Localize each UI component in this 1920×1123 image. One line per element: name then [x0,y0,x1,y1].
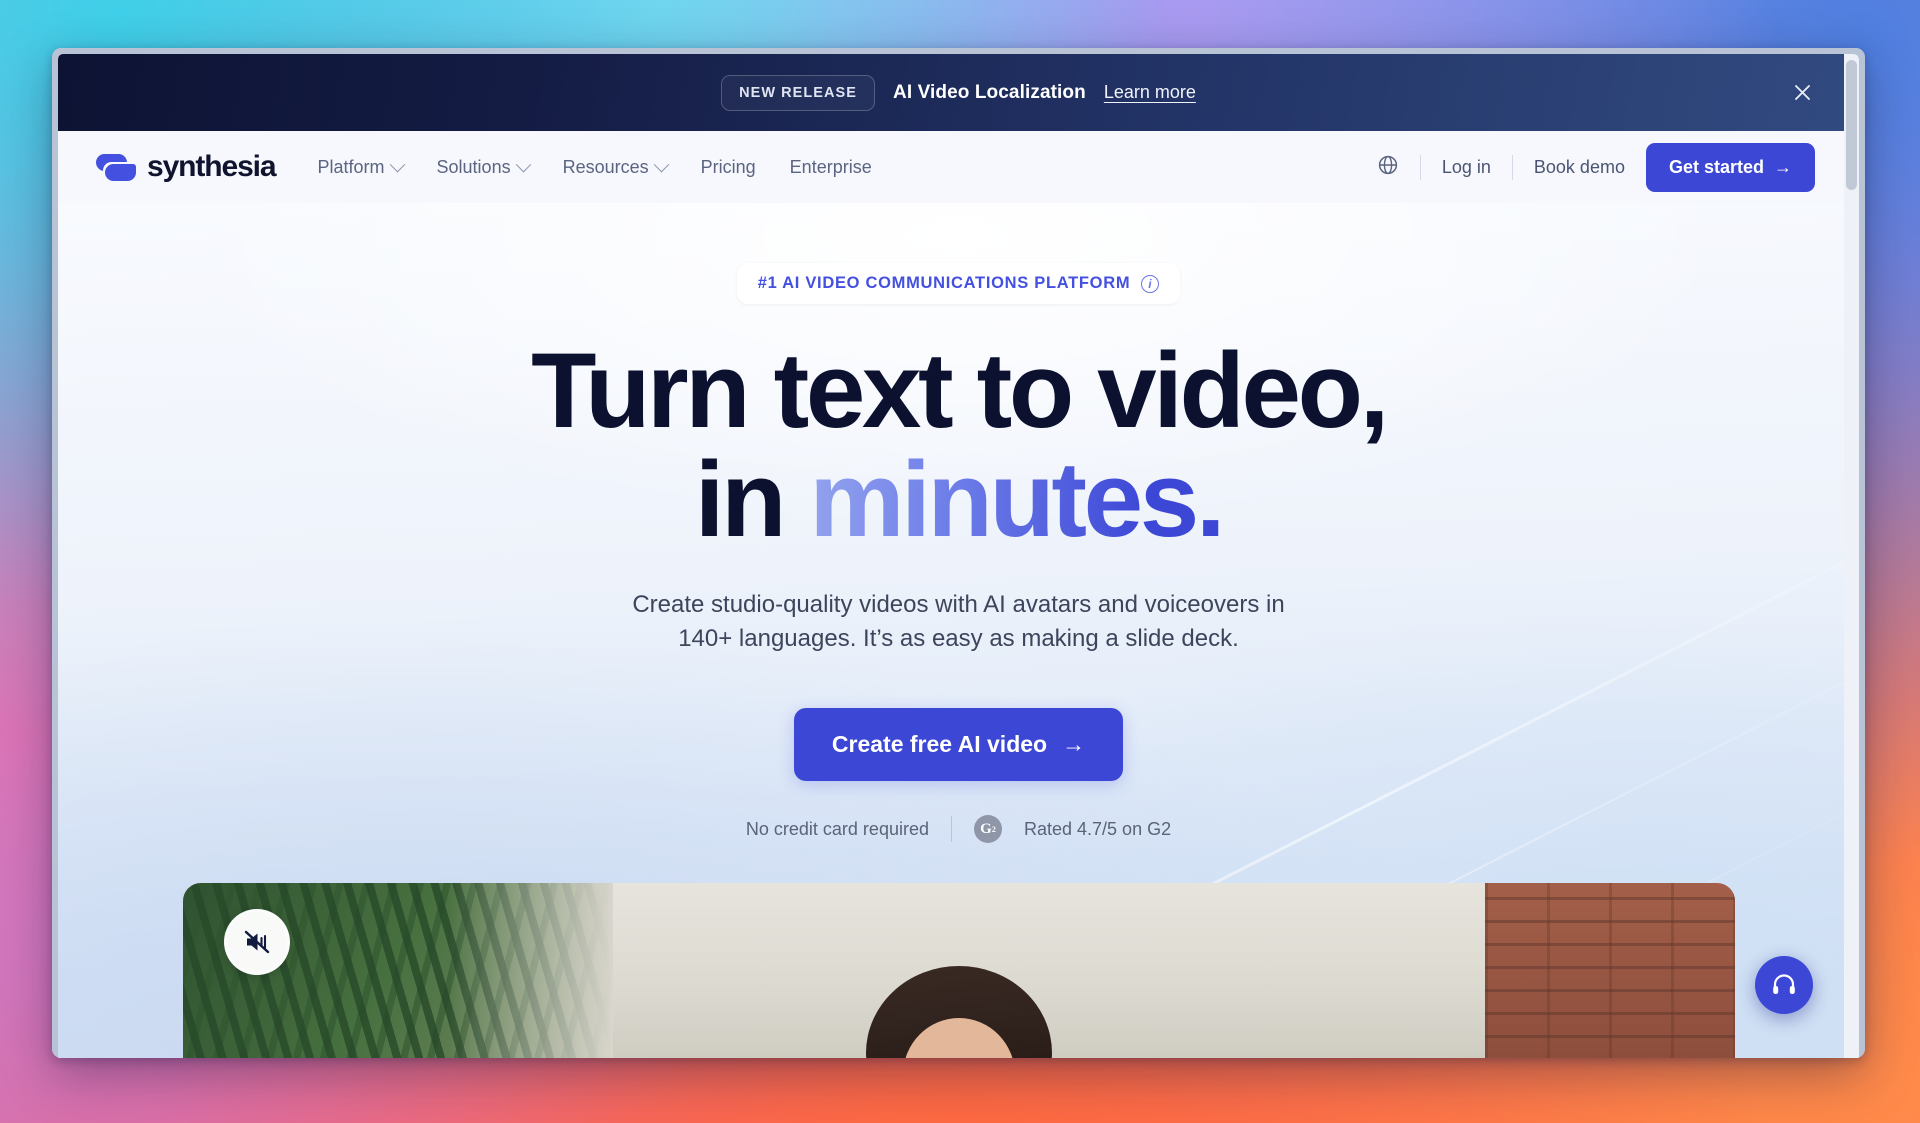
synthesia-logo-icon [96,153,136,181]
get-started-button[interactable]: Get started → [1645,142,1815,192]
arrow-right-icon: → [1062,731,1086,758]
g2-logo-icon: G2 [973,815,1002,844]
login-link[interactable]: Log in [1442,157,1491,178]
subheadline-line-2: 140+ languages. It’s as easy as making a… [678,625,1239,653]
support-chat-button[interactable] [1755,956,1813,1014]
logo-wordmark: synthesia [147,150,277,183]
g2-mark-letter: G [980,820,992,837]
announcement-learn-more-link[interactable]: Learn more [1104,82,1196,103]
hero-eyebrow-badge[interactable]: #1 AI VIDEO COMMUNICATIONS PLATFORM i [736,263,1181,304]
hero-video-card[interactable] [182,883,1735,1058]
trust-divider [950,816,952,843]
browser-window: NEW RELEASE AI Video Localization Learn … [52,48,1865,1058]
book-demo-link[interactable]: Book demo [1534,157,1625,178]
nav-label-solutions: Solutions [436,156,511,177]
nav-item-platform[interactable]: Platform [317,156,405,178]
page-scrollbar-track[interactable] [1844,54,1859,1058]
nav-item-solutions[interactable]: Solutions [436,156,531,178]
page-viewport: NEW RELEASE AI Video Localization Learn … [58,54,1859,1058]
get-started-label: Get started [1668,156,1764,177]
hero-section: #1 AI VIDEO COMMUNICATIONS PLATFORM i Tu… [58,203,1859,1058]
headline-accent-word: minutes. [809,439,1225,560]
desktop-background: NEW RELEASE AI Video Localization Learn … [0,0,1920,1123]
main-navigation: Platform Solutions Resources Pricing Ent… [317,156,872,178]
header-divider [1511,154,1513,180]
info-icon[interactable]: i [1141,274,1160,293]
announcement-banner: NEW RELEASE AI Video Localization Learn … [58,54,1859,131]
create-free-ai-video-button[interactable]: Create free AI video → [793,708,1124,782]
speaker-muted-icon [244,930,269,954]
chevron-down-icon [653,156,669,172]
nav-item-resources[interactable]: Resources [562,156,669,178]
page-title: Turn text to video, in minutes. [58,335,1859,554]
arrow-right-icon: → [1774,156,1792,177]
headline-line-1: Turn text to video, [531,330,1389,450]
video-brick-wall [1484,883,1735,1058]
close-icon[interactable] [1787,78,1817,108]
headline-line-2-prefix: in [694,439,810,560]
g2-rating-text: Rated 4.7/5 on G2 [1023,818,1172,839]
new-release-badge: NEW RELEASE [721,74,875,111]
globe-icon[interactable] [1377,154,1399,181]
video-mute-button[interactable] [223,909,290,975]
nav-label-pricing: Pricing [700,156,756,177]
cta-label: Create free AI video [831,731,1048,758]
video-frame [182,883,1735,1058]
headline-line-2: in minutes. [58,445,1859,554]
page-scrollbar-thumb[interactable] [1846,60,1857,190]
hero-eyebrow-label: #1 AI VIDEO COMMUNICATIONS PLATFORM [757,274,1131,292]
nav-label-resources: Resources [562,156,649,177]
trust-row: No credit card required G2 Rated 4.7/5 o… [58,815,1859,844]
chevron-down-icon [389,156,405,172]
announcement-title: AI Video Localization [893,81,1086,103]
headset-icon [1773,974,1795,994]
nav-label-enterprise: Enterprise [789,156,872,177]
nav-item-pricing[interactable]: Pricing [701,157,756,178]
chevron-down-icon [515,156,531,172]
header-actions: Log in Book demo Get started → [1377,142,1815,192]
hero-subheadline: Create studio-quality videos with AI ava… [579,588,1339,656]
site-header: synthesia Platform Solutions Resources P… [58,131,1859,203]
subheadline-line-1: Create studio-quality videos with AI ava… [632,591,1285,619]
synthesia-logo[interactable]: synthesia [96,150,277,184]
nav-item-enterprise[interactable]: Enterprise [790,157,872,178]
nav-label-platform: Platform [317,156,385,177]
hero-content: #1 AI VIDEO COMMUNICATIONS PLATFORM i Tu… [58,263,1859,844]
no-credit-card-text: No credit card required [745,818,929,839]
header-divider [1419,154,1421,180]
